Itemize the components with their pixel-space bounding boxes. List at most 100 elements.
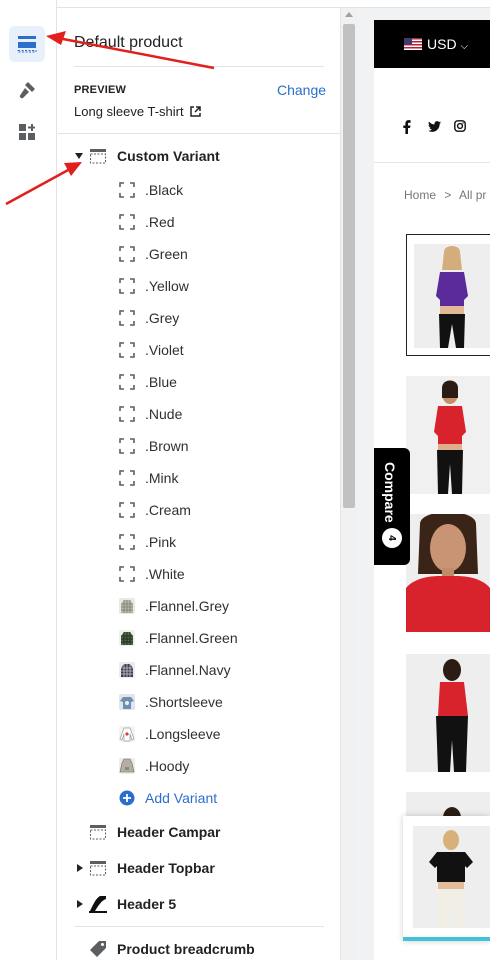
product-image-black-tee <box>413 826 490 928</box>
dashed-block-icon <box>119 566 135 582</box>
variant-label: .Cream <box>145 502 191 518</box>
apps-icon <box>19 124 35 140</box>
scrollbar-thumb[interactable] <box>343 24 355 508</box>
variant-label: .Flannel.Navy <box>145 662 231 678</box>
instagram-icon[interactable] <box>454 120 466 132</box>
scroll-up-icon[interactable] <box>345 12 353 17</box>
divider <box>58 133 340 134</box>
variant-label: .Grey <box>145 310 180 326</box>
store-breadcrumb: Home > All pr <box>404 188 486 202</box>
dashed-block-icon <box>119 278 135 294</box>
variant-item[interactable]: .Flannel.Green <box>58 622 340 654</box>
variant-label: .Hoody <box>145 758 190 774</box>
header-5-icon <box>89 895 107 913</box>
currency-selector[interactable]: USD ⌵ <box>427 36 468 52</box>
section-label: Header Campar <box>117 824 221 840</box>
variant-label: .Nude <box>145 406 183 422</box>
variant-item[interactable]: .Yellow <box>58 270 340 302</box>
collapse-caret-icon[interactable] <box>75 153 83 159</box>
variant-item[interactable]: .Grey <box>58 302 340 334</box>
variant-item[interactable]: .White <box>58 558 340 590</box>
breadcrumb-home[interactable]: Home <box>404 188 436 202</box>
divider <box>74 926 324 927</box>
dashed-block-icon <box>119 406 135 422</box>
variant-item[interactable]: .Mink <box>58 462 340 494</box>
editor-rail <box>0 0 57 960</box>
apps-button[interactable] <box>9 114 45 150</box>
compare-label: Compare <box>382 462 398 523</box>
dashed-block-icon <box>119 470 135 486</box>
variant-label: .Violet <box>145 342 184 358</box>
variant-item[interactable]: .Shortsleeve <box>58 686 340 718</box>
facebook-icon[interactable] <box>403 120 411 134</box>
longsleeve-thumbnail <box>119 726 135 742</box>
section-label: Header Topbar <box>117 860 215 876</box>
variant-item[interactable]: .Green <box>58 238 340 270</box>
variant-item[interactable]: .Longsleeve <box>58 718 340 750</box>
store-divider <box>374 162 490 163</box>
variant-label: .Brown <box>145 438 189 454</box>
variant-label: .Flannel.Green <box>145 630 238 646</box>
variant-item[interactable]: .Flannel.Grey <box>58 590 340 622</box>
dashed-block-icon <box>119 502 135 518</box>
plus-circle-icon <box>119 790 135 806</box>
preview-product[interactable]: Long sleeve T-shirt <box>74 104 201 119</box>
product-image-red-3[interactable] <box>406 654 490 772</box>
shortsleeve-thumbnail <box>119 694 135 710</box>
breadcrumb-all-products[interactable]: All pr <box>459 188 486 202</box>
variant-item[interactable]: .Brown <box>58 430 340 462</box>
expand-caret-icon[interactable] <box>77 900 83 908</box>
section-custom-variant[interactable]: Custom Variant <box>58 140 340 172</box>
section-header-5[interactable]: Header 5 <box>58 888 340 920</box>
sticky-product-card[interactable] <box>403 816 490 941</box>
variant-item[interactable]: .Cream <box>58 494 340 526</box>
theme-settings-icon <box>19 82 35 99</box>
twitter-icon[interactable] <box>428 121 441 132</box>
dashed-block-icon <box>119 182 135 198</box>
variant-item[interactable]: .Black <box>58 174 340 206</box>
dashed-block-icon <box>119 214 135 230</box>
add-variant-label: Add Variant <box>145 790 218 806</box>
variant-item[interactable]: .Pink <box>58 526 340 558</box>
flannel-green-thumbnail <box>119 630 135 646</box>
top-border <box>0 0 490 8</box>
section-dashed-icon <box>90 149 106 164</box>
variant-item[interactable]: .Hoody <box>58 750 340 782</box>
dashed-block-icon <box>119 534 135 550</box>
breadcrumb-separator: > <box>444 188 452 202</box>
divider <box>74 66 324 67</box>
product-image-red-1[interactable] <box>406 376 490 494</box>
variant-label: .Flannel.Grey <box>145 598 230 614</box>
variant-item[interactable]: .Blue <box>58 366 340 398</box>
compare-tab[interactable]: Compare 4 <box>374 448 410 565</box>
us-flag-icon <box>404 38 422 50</box>
product-image-red-2[interactable] <box>406 514 490 632</box>
product-image-purple[interactable] <box>414 244 490 348</box>
section-header-campar[interactable]: Header Campar <box>58 816 340 848</box>
preview-change-link[interactable]: Change <box>277 82 326 98</box>
section-header-icon <box>90 861 106 876</box>
section-header-topbar[interactable]: Header Topbar <box>58 852 340 884</box>
sections-button[interactable] <box>9 26 45 62</box>
variant-label: .Longsleeve <box>145 726 221 742</box>
section-label: Header 5 <box>117 896 177 912</box>
variant-item[interactable]: .Flannel.Navy <box>58 654 340 686</box>
sticky-card-progress <box>403 937 490 941</box>
external-link-icon[interactable] <box>189 106 201 117</box>
dashed-block-icon <box>119 310 135 326</box>
section-product-breadcrumb[interactable]: Product breadcrumb <box>58 933 340 960</box>
currency-bar: USD ⌵ <box>374 20 490 68</box>
flannel-grey-thumbnail <box>119 598 135 614</box>
variant-label: .Yellow <box>145 278 189 294</box>
variant-item[interactable]: .Red <box>58 206 340 238</box>
variant-item[interactable]: .Nude <box>58 398 340 430</box>
expand-caret-icon[interactable] <box>77 864 83 872</box>
dashed-block-icon <box>119 438 135 454</box>
variant-item[interactable]: .Violet <box>58 334 340 366</box>
variant-label: .Red <box>145 214 175 230</box>
currency-label: USD <box>427 36 457 52</box>
hoody-thumbnail <box>119 758 135 774</box>
variant-label: .Green <box>145 246 188 262</box>
theme-settings-button[interactable] <box>9 72 45 108</box>
add-variant-button[interactable]: Add Variant <box>58 782 340 814</box>
